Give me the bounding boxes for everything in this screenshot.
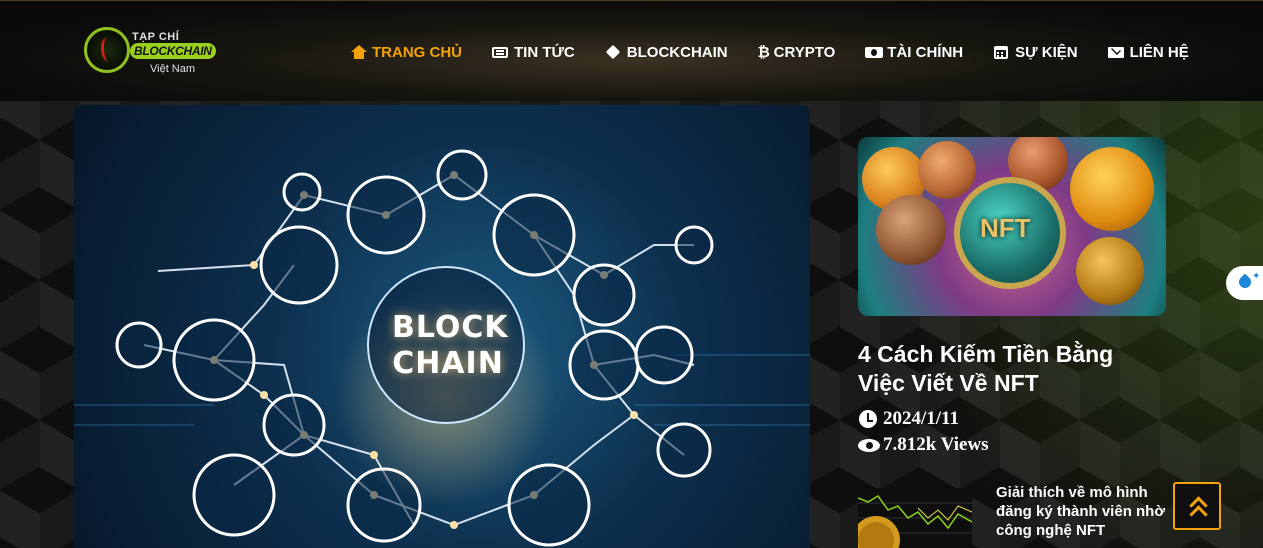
home-icon [350,44,368,60]
clock-icon [858,409,878,429]
hero-text-line1: BLOCK [392,310,509,345]
chart-thumbnail-icon [858,488,972,548]
nav-item-lien-he[interactable]: LIÊN HỆ [1107,41,1189,63]
coin-icon [918,141,976,199]
scroll-to-top-button[interactable] [1173,482,1221,530]
nav-item-blockchain[interactable]: BLOCKCHAIN [605,41,728,63]
article-views: 7.812k Views [858,434,989,456]
nft-coin-label: NFT [980,213,1031,243]
nav-item-su-kien[interactable]: SỰ KIỆN [993,41,1078,63]
nav-label: TRANG CHỦ [372,43,462,61]
logo-map-icon [84,27,130,73]
featured-article-image[interactable]: BLOCK CHAIN [74,105,810,548]
article-date: 2024/1/11 [858,408,959,430]
side-article-image[interactable]: NFT [858,137,1166,316]
bitcoin-icon: ₿ [757,44,770,61]
nav-label: SỰ KIỆN [1015,43,1078,61]
logo-line2: BLOCKCHAIN [130,43,216,59]
logo-line1: TẠP CHÍ [132,31,180,43]
envelope-icon [1107,44,1126,60]
nav-label: TÀI CHÍNH [887,43,964,61]
site-header: TẠP CHÍ BLOCKCHAIN Việt Nam TRANG CHỦ TI… [0,0,1263,101]
site-logo[interactable]: TẠP CHÍ BLOCKCHAIN Việt Nam [84,25,240,81]
nav-label: BLOCKCHAIN [626,43,728,61]
hero-text-line2: CHAIN [392,346,504,381]
nav-label: LIÊN HỆ [1129,43,1189,61]
nav-item-trang-chu[interactable]: TRANG CHỦ [350,41,462,63]
eye-icon [858,435,880,455]
article-views-text: 7.812k Views [883,434,989,455]
related-article-title[interactable]: Giải thích về mô hình đăng ký thành viên… [996,483,1166,540]
article-date-text: 2024/1/11 [883,408,960,429]
nav-label: TIN TỨC [514,43,575,61]
logo-line3: Việt Nam [150,63,196,75]
coin-icon [1076,237,1144,305]
dark-mode-toggle[interactable]: ✦ [1226,266,1263,300]
water-drop-icon [1236,273,1254,291]
nav-item-tin-tuc[interactable]: TIN TỨC [492,41,575,63]
nav-item-tai-chinh[interactable]: TÀI CHÍNH [865,41,963,63]
main-nav: TRANG CHỦ TIN TỨC BLOCKCHAIN ₿ CRYPTO TÀ… [350,41,1219,63]
coin-icon [1070,147,1154,231]
sparkle-icon: ✦ [1252,271,1261,282]
calendar-icon [993,44,1011,60]
hero-center-text: BLOCK CHAIN [392,310,509,382]
nav-label: CRYPTO [773,43,836,61]
nav-item-crypto[interactable]: ₿ CRYPTO [758,41,836,63]
cube-icon [605,44,623,60]
newspaper-icon [492,44,510,60]
money-icon [865,44,884,60]
coin-icon [876,195,946,265]
related-article-thumbnail[interactable] [858,488,972,548]
side-article-title[interactable]: 4 Cách Kiếm Tiền Bằng Việc Viết Về NFT [858,340,1158,398]
